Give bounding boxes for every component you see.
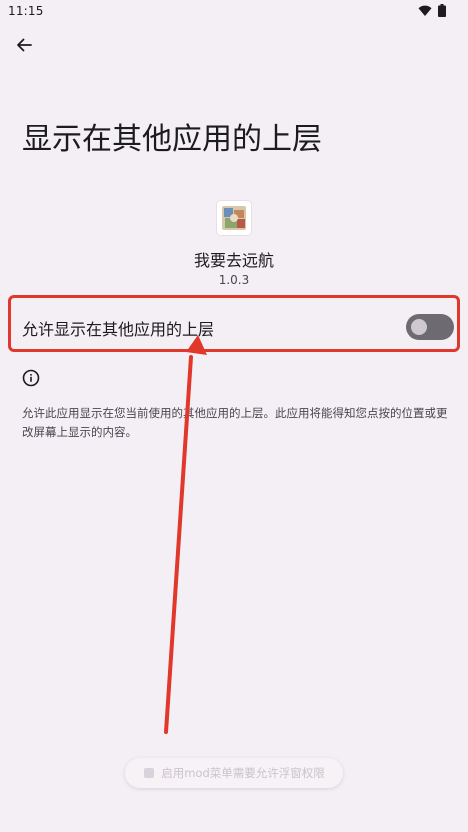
overlay-permission-toggle[interactable]	[406, 314, 454, 340]
permission-label: 允许显示在其他应用的上层	[22, 320, 215, 339]
app-version: 1.0.3	[218, 273, 250, 287]
info-icon	[22, 369, 40, 387]
toggle-thumb	[411, 319, 427, 335]
battery-icon	[438, 4, 446, 17]
back-button[interactable]	[12, 33, 36, 57]
app-name: 我要去远航	[193, 251, 274, 270]
page-title: 显示在其他应用的上层	[22, 122, 322, 157]
app-small-icon	[144, 768, 155, 778]
permission-description: 允许此应用显示在您当前使用的其他应用的上层。此应用将能得知您点按的位置或更改屏幕…	[22, 406, 448, 439]
status-time: 11:15	[8, 4, 44, 18]
status-icons	[418, 4, 446, 17]
wifi-icon	[418, 5, 432, 16]
toast-message: 启用mod菜单需要允许浮窗权限	[125, 758, 343, 788]
arrow-left-icon	[17, 38, 32, 52]
status-bar: 11:15	[0, 0, 468, 22]
app-icon	[217, 201, 251, 235]
toast-text: 启用mod菜单需要允许浮窗权限	[161, 766, 325, 780]
permission-row[interactable]: 允许显示在其他应用的上层	[0, 300, 468, 352]
